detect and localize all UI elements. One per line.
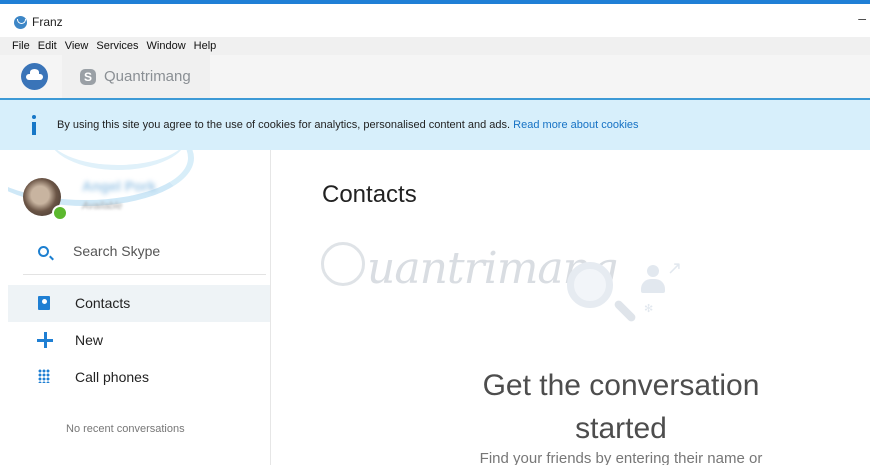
service-bar: S Quantrimang	[0, 55, 870, 100]
read-more-cookies-link[interactable]: Read more about cookies	[513, 119, 638, 131]
main-panel: Contacts uantrimang ↗ ✻ Get the conversa…	[271, 150, 870, 465]
search-skype-button[interactable]: Search Skype	[23, 238, 266, 275]
sidebar-item-label: New	[75, 332, 104, 348]
headline-line: Get the conversation	[482, 369, 760, 402]
no-recent-conversations: No recent conversations	[66, 423, 185, 435]
presence-available-icon	[52, 205, 68, 221]
sidebar-item-label: Call phones	[75, 369, 149, 385]
sidebar-item-new[interactable]: New	[8, 322, 270, 359]
title-bar: Franz –	[0, 0, 870, 37]
skype-icon: S	[80, 68, 96, 85]
search-icon	[38, 246, 49, 257]
sidebar-item-contacts[interactable]: Contacts	[8, 285, 270, 322]
empty-state-headline: Get the conversation started	[451, 364, 791, 450]
illustration-sparkle-icon: ✻	[644, 303, 654, 315]
info-icon	[29, 115, 39, 137]
menu-edit[interactable]: Edit	[38, 37, 57, 55]
menu-bar: File Edit View Services Window Help	[0, 37, 870, 55]
illustration-arrow-icon: ↗	[667, 258, 683, 278]
sidebar-item-label: Contacts	[75, 295, 131, 311]
menu-file[interactable]: File	[12, 37, 30, 55]
menu-view[interactable]: View	[65, 37, 89, 55]
sidebar: Angel Pork Available Search Skype Contac…	[8, 150, 271, 465]
minimize-button[interactable]: –	[858, 10, 866, 26]
profile-status[interactable]: Available	[82, 201, 122, 212]
sidebar-item-call-phones[interactable]: Call phones	[8, 359, 270, 396]
window-title: Franz	[32, 15, 63, 29]
profile-name[interactable]: Angel Pork	[82, 178, 156, 194]
search-skype-label: Search Skype	[73, 243, 161, 259]
service-tab-label: Quantrimang	[104, 68, 191, 85]
cookie-message: By using this site you agree to the use …	[57, 119, 511, 131]
franz-app-icon	[14, 16, 27, 29]
cookie-banner-text: By using this site you agree to the use …	[57, 119, 639, 131]
dialpad-icon	[38, 369, 50, 383]
plus-icon	[37, 332, 53, 348]
menu-services[interactable]: Services	[96, 37, 138, 55]
menu-help[interactable]: Help	[194, 37, 217, 55]
page-title: Contacts	[322, 181, 417, 208]
illustration-person-icon	[641, 265, 665, 295]
menu-window[interactable]: Window	[147, 37, 186, 55]
contacts-icon	[38, 296, 50, 310]
illustration-search-icon	[567, 262, 613, 308]
empty-state-subline: Find your friends by entering their name…	[479, 450, 763, 465]
franz-logo-icon[interactable]	[21, 63, 48, 90]
cookie-banner: By using this site you agree to the use …	[0, 100, 870, 150]
watermark-bulb-icon	[321, 242, 365, 286]
service-tab-quantrimang[interactable]: S Quantrimang	[62, 55, 210, 98]
headline-line: started	[575, 412, 667, 445]
